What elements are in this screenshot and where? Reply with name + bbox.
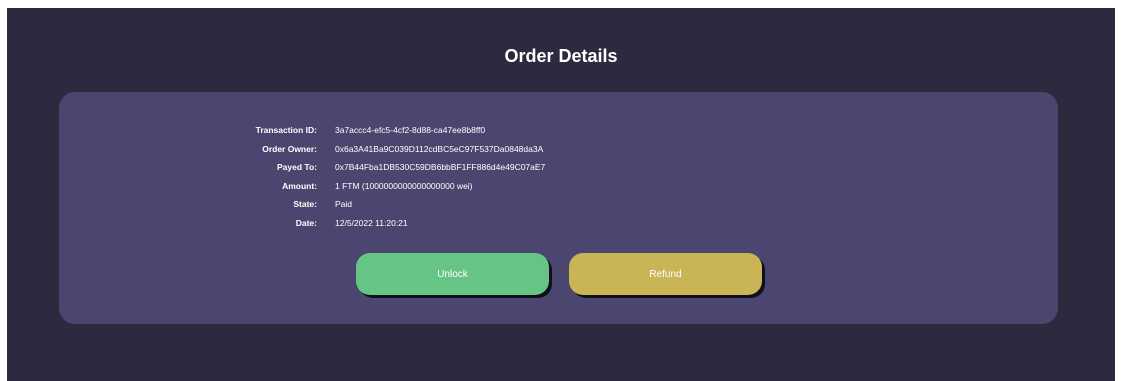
unlock-button[interactable]: Unlock bbox=[356, 253, 549, 295]
date-label: Date: bbox=[295, 217, 317, 228]
state-label: State: bbox=[293, 199, 317, 209]
transaction-id-value: 3a7accc4-efc5-4cf2-8d88-ca47ee8b8ff0 bbox=[335, 125, 486, 135]
order-details-card: Transaction ID: 3a7accc4-efc5-4cf2-8d88-… bbox=[59, 92, 1058, 324]
order-owner-label: Order Owner: bbox=[262, 143, 317, 154]
refund-button[interactable]: Refund bbox=[569, 253, 762, 295]
state-value: Paid bbox=[335, 199, 353, 209]
amount-label: Amount: bbox=[282, 180, 317, 191]
payed-to-row: Payed To: 0x7B44Fba1DB530C59DB6bbBF1FF88… bbox=[59, 158, 1058, 177]
state-row: State: Paid bbox=[59, 195, 1058, 214]
payed-to-value: 0x7B44Fba1DB530C59DB6bbBF1FF886d4e49C07a… bbox=[335, 162, 546, 172]
app-frame: Order Details Transaction ID: 3a7accc4-e… bbox=[7, 8, 1115, 381]
amount-row: Amount: 1 FTM (1000000000000000000 wei) bbox=[59, 177, 1058, 196]
amount-value: 1 FTM (1000000000000000000 wei) bbox=[335, 180, 473, 191]
order-owner-value: 0x6a3A41Ba9C039D112cdBC5eC97F537Da0848da… bbox=[335, 143, 544, 154]
transaction-id-row: Transaction ID: 3a7accc4-efc5-4cf2-8d88-… bbox=[59, 121, 1058, 140]
transaction-id-label: Transaction ID: bbox=[255, 125, 317, 135]
page-title: Order Details bbox=[504, 46, 618, 66]
order-details-list: Transaction ID: 3a7accc4-efc5-4cf2-8d88-… bbox=[59, 121, 1058, 232]
order-owner-row: Order Owner: 0x6a3A41Ba9C039D112cdBC5eC9… bbox=[59, 140, 1058, 159]
date-value: 12/5/2022 11:20:21 bbox=[335, 217, 408, 228]
payed-to-label: Payed To: bbox=[277, 162, 317, 172]
date-row: Date: 12/5/2022 11:20:21 bbox=[59, 214, 1058, 233]
